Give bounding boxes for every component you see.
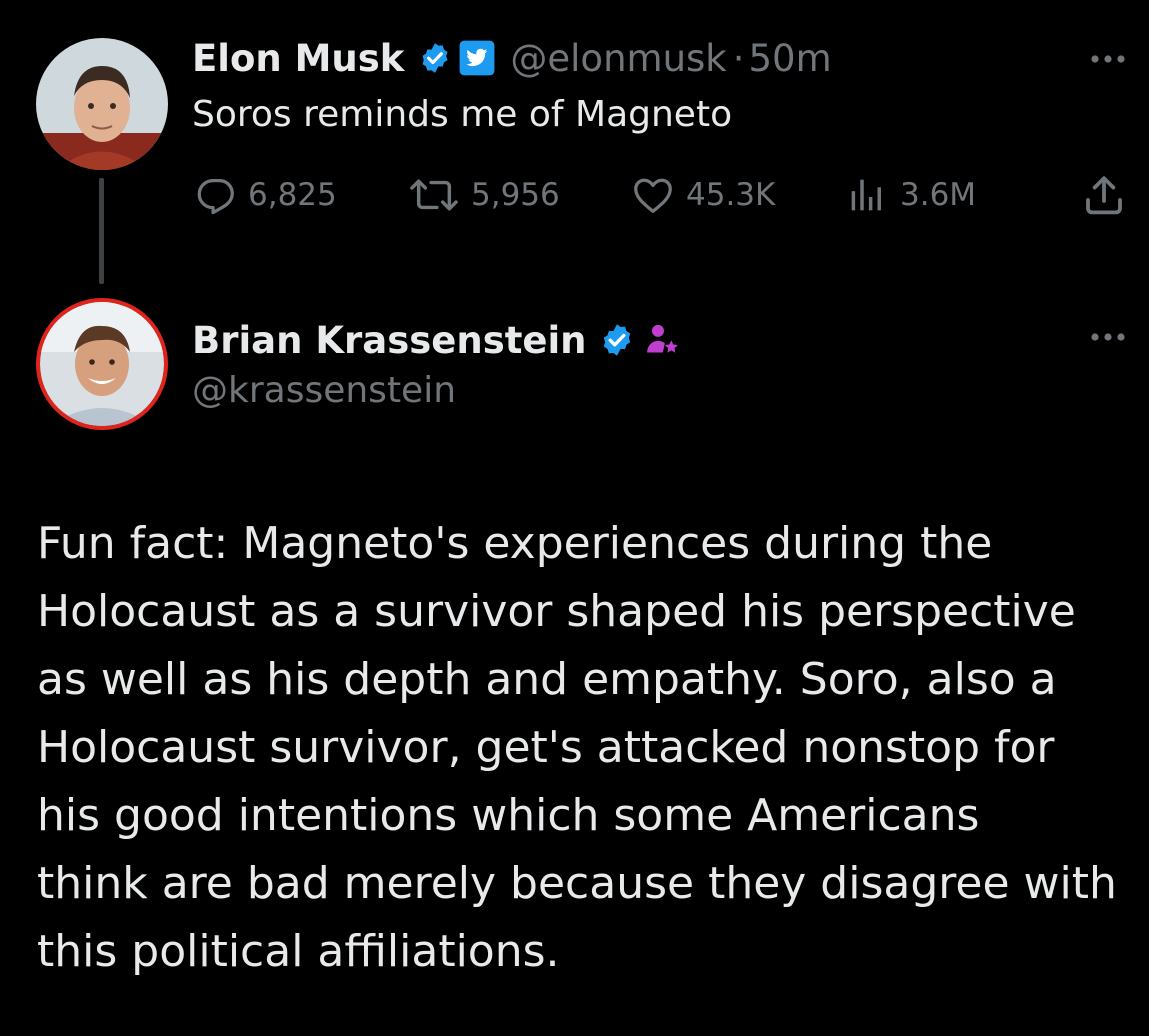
views-chart-icon — [851, 179, 881, 211]
author-handle[interactable]: @elonmusk — [510, 37, 726, 80]
views-button[interactable]: 3.6M — [844, 168, 976, 222]
original-tweet[interactable]: Elon Musk @elonmusk · 50m Soros reminds … — [0, 0, 1149, 284]
avatar-brian[interactable] — [36, 298, 168, 430]
tweet-actions: 6,825 5,956 45.3K 3.6M — [192, 168, 1137, 222]
like-count: 45.3K — [686, 177, 776, 213]
reply-text-line: his good intentions which some Americans — [37, 790, 980, 841]
more-options-icon[interactable] — [1088, 330, 1128, 344]
person-star-icon — [643, 320, 683, 360]
reply-count: 6,825 — [248, 177, 337, 213]
reply-text-line: this political affiliations. — [37, 926, 560, 977]
share-button[interactable] — [1080, 168, 1138, 222]
view-count: 3.6M — [900, 177, 977, 213]
reply-text-line: Fun fact: Magneto's experiences during t… — [37, 518, 993, 569]
avatar-elon[interactable] — [36, 38, 168, 170]
reply-tweet-text: Fun fact: Magneto's experiences during t… — [37, 510, 1137, 986]
meta-separator: · — [732, 36, 745, 80]
reply-button[interactable]: 6,825 — [192, 168, 337, 222]
reply-text-line: think are bad merely because they disagr… — [37, 858, 1117, 909]
reply-icon — [197, 178, 234, 215]
author-handle[interactable]: @krassenstein — [192, 370, 456, 411]
retweet-count: 5,956 — [471, 177, 560, 213]
tweet-text: Soros reminds me of Magneto — [192, 94, 733, 135]
tweet-time[interactable]: 50m — [748, 37, 831, 80]
retweet-icon — [410, 179, 458, 211]
thread-connector-line — [99, 178, 104, 284]
reply-text-line: as well as his depth and empathy. Soro, … — [37, 654, 1057, 705]
retweet-button[interactable]: 5,956 — [407, 168, 560, 222]
like-button[interactable]: 45.3K — [630, 168, 775, 222]
reply-header: Brian Krassenstein — [192, 315, 683, 365]
more-options-icon[interactable] — [1088, 52, 1128, 66]
twitter-bird-badge-icon — [458, 39, 496, 77]
author-name[interactable]: Elon Musk — [192, 37, 404, 80]
heart-icon — [634, 178, 672, 213]
reply-text-line: Holocaust as a survivor shaped his persp… — [37, 586, 1076, 637]
verified-badge-icon — [418, 41, 452, 75]
reply-text-line: Holocaust survivor, get's attacked nonst… — [37, 722, 1055, 773]
author-name[interactable]: Brian Krassenstein — [192, 319, 587, 362]
tweet-header: Elon Musk @elonmusk · 50m — [192, 33, 832, 83]
share-icon — [1086, 176, 1122, 215]
verified-badge-icon — [599, 322, 635, 358]
